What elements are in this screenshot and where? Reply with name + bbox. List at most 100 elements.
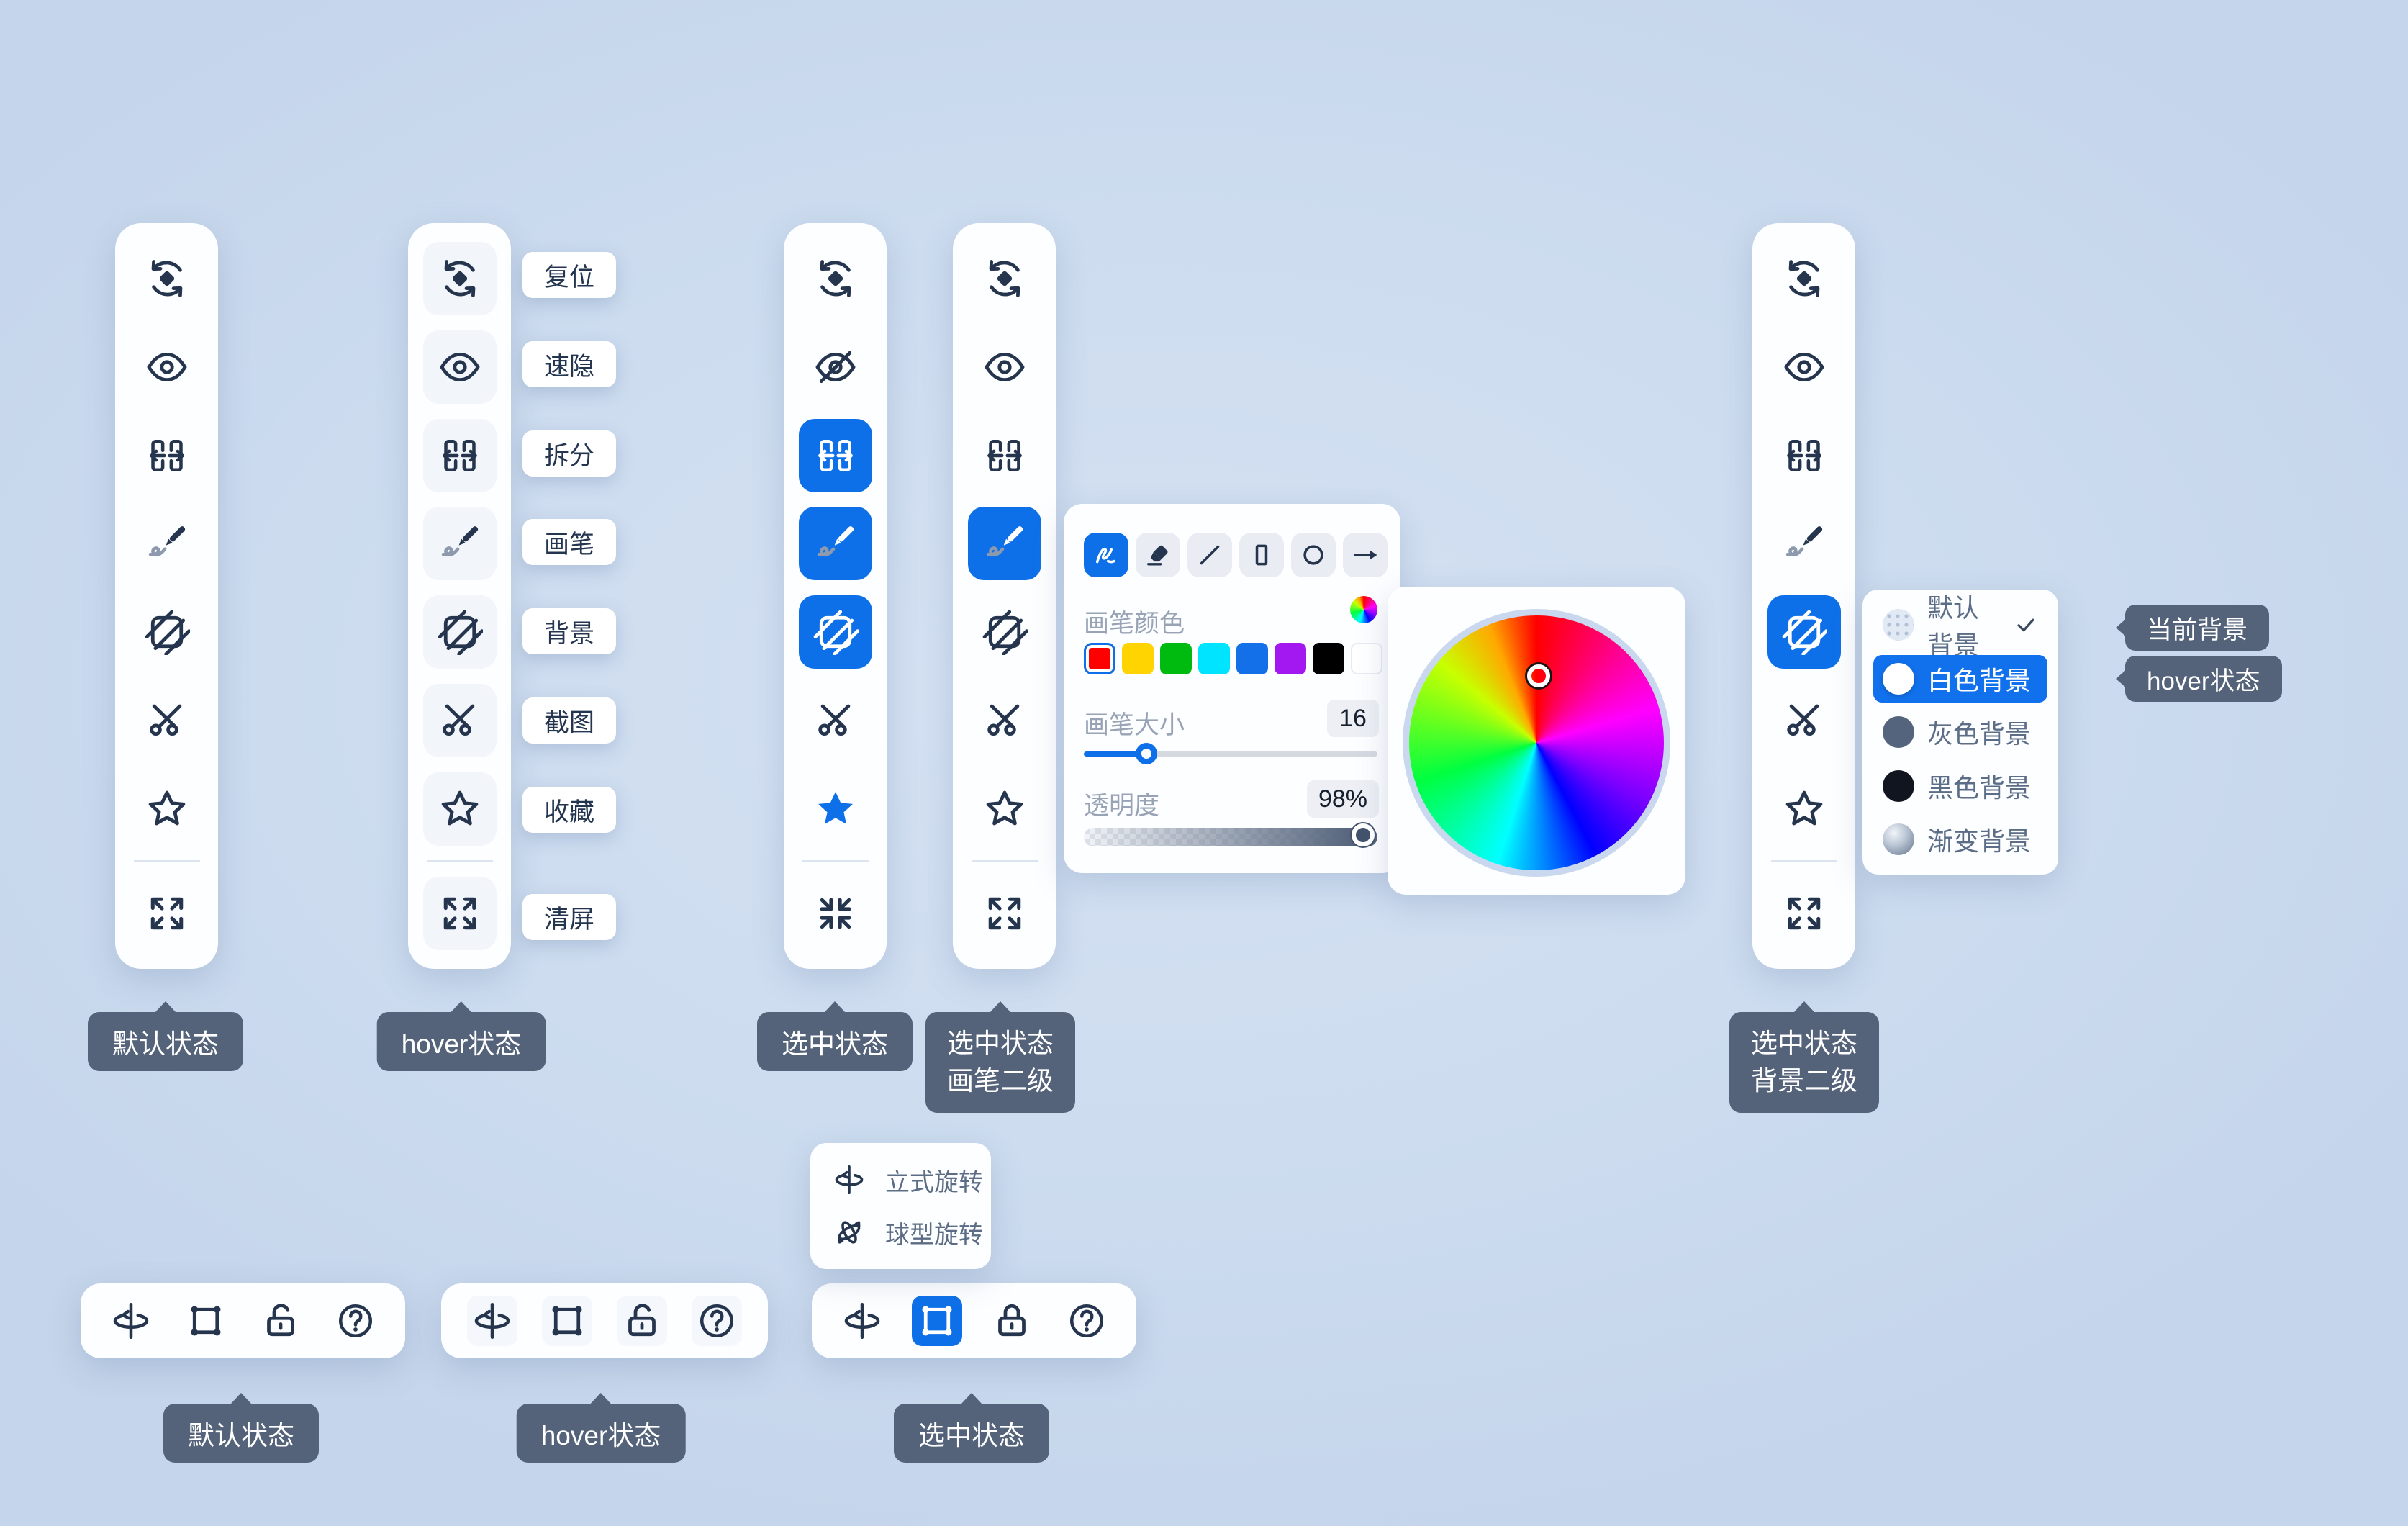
tooltip-favorite: 收藏 (522, 787, 616, 833)
menu-item-vertical-rotation[interactable]: 立式旋转 (832, 1162, 991, 1198)
bottom-state-label-hover: hover状态 (517, 1404, 686, 1463)
menu-item-black-background[interactable]: 黑色背景 (1873, 762, 2047, 810)
eye-off-icon (813, 344, 859, 390)
transform-button[interactable] (181, 1296, 231, 1346)
brush-button-selected[interactable] (799, 507, 872, 580)
lock-button[interactable] (987, 1296, 1037, 1346)
menu-item-default-background[interactable]: 默认背景 (1873, 601, 2047, 649)
split-button[interactable] (130, 419, 204, 492)
brush-button[interactable] (423, 507, 497, 580)
swatch-purple[interactable] (1275, 643, 1306, 674)
transform-button-selected[interactable] (912, 1296, 962, 1346)
favorite-button[interactable] (130, 772, 204, 846)
rotate-3d-button[interactable] (837, 1296, 887, 1346)
reset-button[interactable] (1767, 242, 1841, 315)
quick-hide-button[interactable] (799, 330, 872, 404)
reset-button[interactable] (130, 242, 204, 315)
rectangle-tool-button[interactable] (1239, 533, 1284, 577)
swatch-red-selected[interactable] (1084, 643, 1115, 674)
background-button[interactable] (968, 595, 1041, 669)
quick-hide-button[interactable] (968, 330, 1041, 404)
split-button[interactable] (423, 419, 497, 492)
reset-button[interactable] (423, 242, 497, 315)
lock-open-icon (620, 1299, 664, 1342)
help-button[interactable] (330, 1296, 381, 1346)
ellipse-tool-button[interactable] (1291, 533, 1336, 577)
reset-button[interactable] (968, 242, 1041, 315)
brush-size-slider[interactable] (1084, 751, 1377, 757)
state-label-hover: hover状态 (377, 1012, 546, 1071)
color-wheel[interactable] (1403, 609, 1670, 877)
axis-rotation-icon (471, 1299, 514, 1342)
fullscreen-button[interactable] (130, 877, 204, 950)
swatch-cyan[interactable] (1198, 643, 1230, 674)
background-button-selected[interactable] (799, 595, 872, 669)
menu-item-sphere-rotation[interactable]: 球型旋转 (832, 1215, 991, 1250)
divider (134, 860, 200, 862)
circle-icon (1298, 540, 1329, 570)
color-wheel-icon[interactable] (1350, 596, 1377, 623)
screenshot-button[interactable] (423, 684, 497, 757)
star-filled-icon (813, 786, 859, 832)
reset-button[interactable] (799, 242, 872, 315)
rotate-3d-button[interactable] (467, 1296, 517, 1346)
favorite-button[interactable] (1767, 772, 1841, 846)
bottom-state-label-selected: 选中状态 (894, 1404, 1049, 1463)
background-button[interactable] (423, 595, 497, 669)
brush-button[interactable] (1767, 507, 1841, 580)
star-icon (1781, 786, 1827, 832)
fullscreen-button[interactable] (1767, 877, 1841, 950)
axis-rotation-icon (841, 1299, 884, 1342)
check-icon (2014, 613, 2038, 637)
opacity-thumb[interactable] (1352, 823, 1375, 846)
clear-screen-button[interactable] (423, 877, 497, 950)
swatch-row (1084, 643, 1382, 674)
swatch-white[interactable] (1351, 643, 1382, 674)
eraser-tool-button[interactable] (1136, 533, 1180, 577)
swatch-blue[interactable] (1236, 643, 1268, 674)
screenshot-button[interactable] (799, 684, 872, 757)
reset-icon (1781, 256, 1827, 302)
lock-button[interactable] (617, 1296, 667, 1346)
quick-hide-button[interactable] (130, 330, 204, 404)
brush-button[interactable] (130, 507, 204, 580)
favorite-button-active[interactable] (799, 772, 872, 846)
rotate-3d-button[interactable] (106, 1296, 156, 1346)
arrow-tool-button[interactable] (1343, 533, 1388, 577)
color-wheel-cursor[interactable] (1527, 664, 1550, 687)
menu-item-gray-background[interactable]: 灰色背景 (1873, 708, 2047, 756)
line-tool-button[interactable] (1187, 533, 1232, 577)
menu-item-white-background-hover[interactable]: 白色背景 (1873, 655, 2047, 703)
screenshot-button[interactable] (968, 684, 1041, 757)
reset-icon (982, 256, 1028, 302)
brush-button-selected[interactable] (968, 507, 1041, 580)
swatch-green[interactable] (1160, 643, 1192, 674)
quick-hide-button[interactable] (1767, 330, 1841, 404)
favorite-button[interactable] (968, 772, 1041, 846)
split-button-selected[interactable] (799, 419, 872, 492)
quick-hide-button[interactable] (423, 330, 497, 404)
help-button[interactable] (692, 1296, 742, 1346)
black-background-swatch-icon (1883, 770, 1914, 802)
lock-button[interactable] (255, 1296, 306, 1346)
background-button-selected[interactable] (1767, 595, 1841, 669)
help-button[interactable] (1062, 1296, 1112, 1346)
brush-tool-row (1084, 533, 1388, 577)
transform-button[interactable] (542, 1296, 592, 1346)
state-label-line2: 背景二级 (1751, 1062, 1857, 1100)
exit-fullscreen-button[interactable] (799, 877, 872, 950)
opacity-slider[interactable] (1084, 828, 1377, 846)
favorite-button[interactable] (423, 772, 497, 846)
screenshot-button[interactable] (130, 684, 204, 757)
menu-item-gradient-background[interactable]: 渐变背景 (1873, 816, 2047, 863)
toolbar-default (115, 223, 218, 969)
swatch-black[interactable] (1313, 643, 1344, 674)
split-button[interactable] (1767, 419, 1841, 492)
slider-thumb[interactable] (1136, 743, 1157, 764)
pen-tool-button-selected[interactable] (1084, 533, 1128, 577)
screenshot-button[interactable] (1767, 684, 1841, 757)
swatch-yellow[interactable] (1122, 643, 1154, 674)
fullscreen-button[interactable] (968, 877, 1041, 950)
background-button[interactable] (130, 595, 204, 669)
split-button[interactable] (968, 419, 1041, 492)
